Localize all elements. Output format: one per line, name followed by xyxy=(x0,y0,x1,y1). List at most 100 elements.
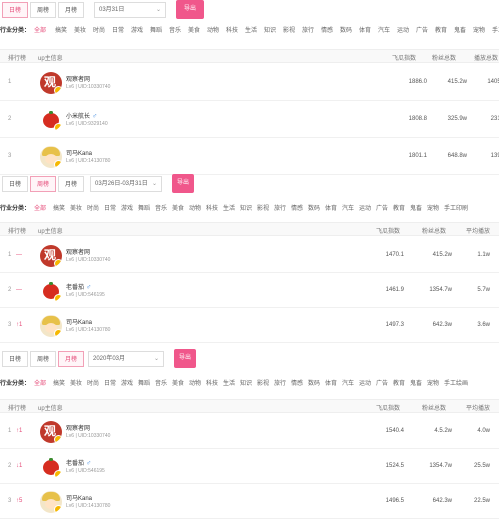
category-item[interactable]: 影视 xyxy=(283,25,295,34)
category-item[interactable]: 教育 xyxy=(393,378,405,387)
category-item[interactable]: 情感 xyxy=(291,203,303,212)
up-name-wrap[interactable]: 老番茄 ♂ xyxy=(66,282,91,291)
category-item[interactable]: 搞笑 xyxy=(55,25,67,34)
export-button[interactable]: 导出 xyxy=(172,174,194,193)
category-item[interactable]: 生活 xyxy=(245,25,257,34)
tab-weekly[interactable]: 周榜 xyxy=(30,176,56,192)
category-item[interactable]: 体育 xyxy=(325,203,337,212)
table-row[interactable]: 3 ↑1 司马Kana Lv6 | UID:14130780 1497.3 642.3w 3… xyxy=(0,308,499,343)
category-item[interactable]: 汽车 xyxy=(378,25,390,34)
up-name-wrap[interactable]: 司马Kana xyxy=(66,148,94,157)
date-picker[interactable]: 2020年03月 ⌄ xyxy=(88,351,164,367)
category-item[interactable]: 手工绘画 xyxy=(444,378,468,387)
category-item[interactable]: 宠物 xyxy=(427,203,439,212)
date-picker[interactable]: 03月31日 ⌄ xyxy=(94,2,166,18)
category-item[interactable]: 时尚 xyxy=(87,378,99,387)
category-item[interactable]: 汽车 xyxy=(342,378,354,387)
category-item[interactable]: 情感 xyxy=(291,378,303,387)
date-picker[interactable]: 03月26日-03月31日 ⌄ xyxy=(90,176,162,192)
category-item[interactable]: 影视 xyxy=(257,378,269,387)
tab-monthly[interactable]: 月榜 xyxy=(58,2,84,18)
category-item[interactable]: 科技 xyxy=(226,25,238,34)
category-item[interactable]: 手工印刷 xyxy=(444,203,468,212)
category-item[interactable]: 鬼畜 xyxy=(454,25,466,34)
category-item[interactable]: 体育 xyxy=(325,378,337,387)
category-item[interactable]: 运动 xyxy=(359,378,371,387)
up-name-wrap[interactable]: 观察者网 xyxy=(66,74,92,83)
category-item[interactable]: 鬼畜 xyxy=(410,378,422,387)
avatar[interactable] xyxy=(40,109,62,131)
tab-daily[interactable]: 日榜 xyxy=(2,2,28,18)
category-item[interactable]: 搞笑 xyxy=(53,203,65,212)
category-item[interactable]: 日常 xyxy=(104,203,116,212)
category-item[interactable]: 影视 xyxy=(257,203,269,212)
tab-weekly[interactable]: 周榜 xyxy=(30,351,56,367)
table-row[interactable]: 1 — 观观察者网 Lv6 | UID:10330740 1470.1 415.2w 1.1… xyxy=(0,238,499,273)
table-row[interactable]: 3 ↑5 司马Kana Lv6 | UID:14130780 1496.5 642.3w 2… xyxy=(0,484,499,519)
up-name-wrap[interactable]: 观察者网 xyxy=(66,247,92,256)
tab-weekly[interactable]: 周榜 xyxy=(30,2,56,18)
category-item[interactable]: 时尚 xyxy=(93,25,105,34)
category-item[interactable]: 全部 xyxy=(34,378,46,387)
category-item[interactable]: 知识 xyxy=(240,378,252,387)
category-item[interactable]: 美妆 xyxy=(70,378,82,387)
category-item[interactable]: 知识 xyxy=(240,203,252,212)
table-row[interactable]: 2 小米航长♂Lv6 | UID:9329140 1808.8 325.9w 231.4… xyxy=(0,101,499,138)
category-item[interactable]: 搞笑 xyxy=(53,378,65,387)
category-item[interactable]: 数码 xyxy=(308,378,320,387)
table-row[interactable]: 1 ↑1 观观察者网 Lv6 | UID:10330740 1540.4 4.5.2w 4.… xyxy=(0,414,499,449)
category-item[interactable]: 广告 xyxy=(376,378,388,387)
up-name-wrap[interactable]: 司马Kana xyxy=(66,317,94,326)
tab-monthly[interactable]: 月榜 xyxy=(58,176,84,192)
category-item[interactable]: 运动 xyxy=(359,203,371,212)
category-item[interactable]: 游戏 xyxy=(131,25,143,34)
tab-monthly[interactable]: 月榜 xyxy=(58,351,84,367)
avatar[interactable]: 观 xyxy=(40,421,62,443)
category-item[interactable]: 动物 xyxy=(189,378,201,387)
table-row[interactable]: 1 观观察者网Lv6 | UID:10330740 1886.0 415.2w 1405… xyxy=(0,64,499,101)
category-item[interactable]: 汽车 xyxy=(342,203,354,212)
category-item[interactable]: 教育 xyxy=(435,25,447,34)
category-item[interactable]: 教育 xyxy=(393,203,405,212)
table-row[interactable]: 3 司马Kana Lv6 | UID:14130780 1801.1 648.8w 139… xyxy=(0,138,499,175)
category-item[interactable]: 手工印刷 xyxy=(492,25,499,34)
category-item[interactable]: 舞蹈 xyxy=(150,25,162,34)
category-item[interactable]: 旅行 xyxy=(274,203,286,212)
category-item[interactable]: 旅行 xyxy=(274,378,286,387)
table-row[interactable]: 2 — 老番茄 ♂ Lv6 | UID:546195 1461.9 1354.7w 5.7w xyxy=(0,273,499,308)
category-item[interactable]: 美食 xyxy=(172,203,184,212)
category-item[interactable]: 生活 xyxy=(223,203,235,212)
export-button[interactable]: 导出 xyxy=(176,0,204,19)
up-name-wrap[interactable]: 观察者网 xyxy=(66,423,92,432)
category-item[interactable]: 美食 xyxy=(172,378,184,387)
category-item[interactable]: 音乐 xyxy=(155,203,167,212)
category-item[interactable]: 日常 xyxy=(112,25,124,34)
category-item[interactable]: 音乐 xyxy=(169,25,181,34)
category-item[interactable]: 运动 xyxy=(397,25,409,34)
table-row[interactable]: 2 ↓1 老番茄 ♂ Lv6 | UID:546195 1524.5 1354.7w 25.5… xyxy=(0,449,499,484)
category-item[interactable]: 生活 xyxy=(223,378,235,387)
category-item[interactable]: 时尚 xyxy=(87,203,99,212)
category-item[interactable]: 游戏 xyxy=(121,378,133,387)
category-item[interactable]: 宠物 xyxy=(473,25,485,34)
category-item[interactable]: 体育 xyxy=(359,25,371,34)
category-item[interactable]: 知识 xyxy=(264,25,276,34)
category-item[interactable]: 动物 xyxy=(207,25,219,34)
category-item[interactable]: 情感 xyxy=(321,25,333,34)
tab-daily[interactable]: 日榜 xyxy=(2,351,28,367)
category-item[interactable]: 游戏 xyxy=(121,203,133,212)
category-item[interactable]: 宠物 xyxy=(427,378,439,387)
category-item[interactable]: 全部 xyxy=(34,203,46,212)
up-name-wrap[interactable]: 老番茄 ♂ xyxy=(66,458,91,467)
category-item[interactable]: 舞蹈 xyxy=(138,203,150,212)
category-item[interactable]: 科技 xyxy=(206,203,218,212)
category-item[interactable]: 音乐 xyxy=(155,378,167,387)
category-item[interactable]: 广告 xyxy=(416,25,428,34)
export-button[interactable]: 导出 xyxy=(174,349,196,368)
category-item[interactable]: 科技 xyxy=(206,378,218,387)
category-item[interactable]: 旅行 xyxy=(302,25,314,34)
category-item[interactable]: 动物 xyxy=(189,203,201,212)
avatar[interactable]: 观 xyxy=(40,245,62,267)
category-item[interactable]: 广告 xyxy=(376,203,388,212)
category-item[interactable]: 数码 xyxy=(308,203,320,212)
